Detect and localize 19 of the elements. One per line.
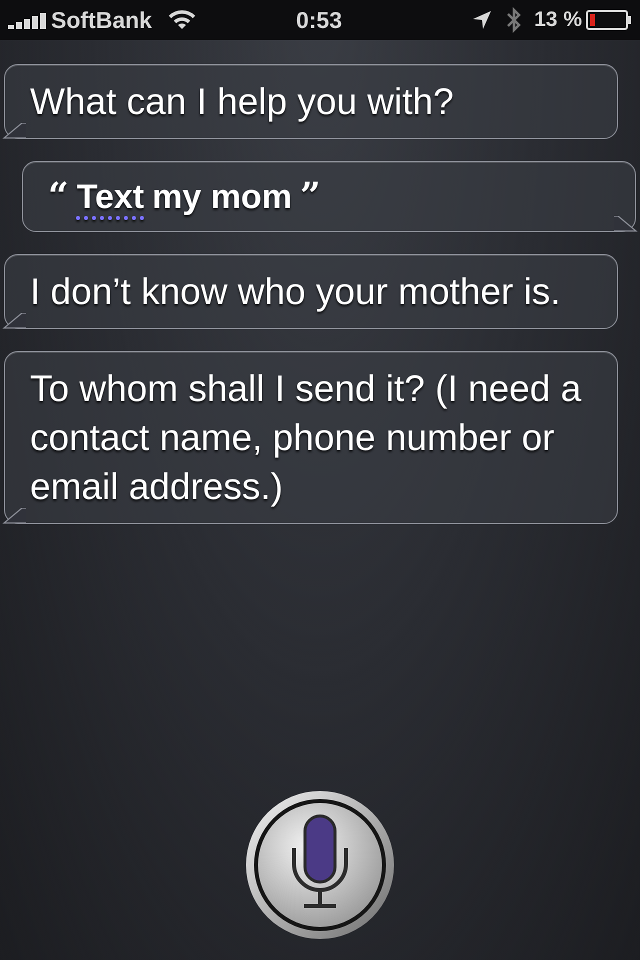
bubble-tail-icon [614,216,638,232]
assistant-reply: To whom shall I send it? (I need a contact name, phone number or email address.) [30,367,582,509]
bluetooth-icon [506,6,522,34]
assistant-reply: What can I help you with? [30,80,455,124]
bubble-tail-icon [2,508,26,524]
bubble-tail-icon [2,313,26,329]
carrier-name: SoftBank [51,6,152,35]
battery-percentage: 13 % [534,7,582,34]
request-word: my mom [152,177,292,218]
wifi-icon [168,10,196,30]
bubble-tail-icon [2,123,26,139]
location-arrow-icon [472,10,492,30]
signal-icon [8,11,46,29]
battery-icon [586,9,632,31]
request-word: Text [76,177,144,218]
clock-time: 0:53 [296,6,342,35]
spoken-request: “ Text my mom ” [48,174,322,219]
assistant-reply: I don’t know who your mother is. [30,270,562,314]
microphone-button[interactable] [245,790,395,940]
